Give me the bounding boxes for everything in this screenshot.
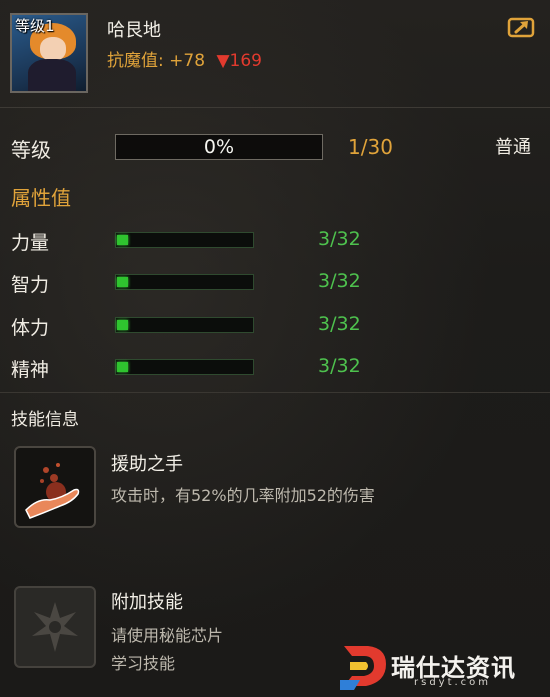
- attribute-value: 3/32: [318, 355, 361, 377]
- attribute-bar: [115, 274, 254, 290]
- share-icon: [507, 17, 535, 38]
- attribute-value: 3/32: [318, 228, 361, 250]
- skill-description: 攻击时，有52%的几率附加52的伤害: [111, 486, 375, 505]
- resist-label: 抗魔值:: [107, 51, 164, 71]
- hero-name: 哈艮地: [107, 20, 161, 41]
- level-label: 等级: [11, 138, 51, 162]
- empty-skill-emblem-icon: [32, 602, 78, 652]
- watermark-url: rsdyt.com: [414, 677, 492, 688]
- attribute-bar-fill: [117, 320, 128, 330]
- skill-description: 学习技能: [111, 654, 176, 673]
- section-divider: [0, 392, 550, 393]
- resist-penalty-value: 169: [229, 51, 262, 71]
- hero-level-tag: 等级1: [15, 17, 55, 35]
- watermark: 瑞仕达资讯 rsdyt.com: [338, 640, 548, 692]
- attribute-name: 力量: [11, 232, 50, 254]
- decrease-arrow-icon: ▼: [216, 51, 230, 71]
- share-button[interactable]: [507, 16, 537, 38]
- attribute-bar: [115, 232, 254, 248]
- resist-bonus-value: +78: [169, 51, 206, 71]
- level-count: 1/30: [348, 135, 393, 159]
- resist-line: 抗魔值: +78 ▼169: [107, 46, 262, 71]
- attribute-name: 精神: [11, 359, 50, 381]
- level-progress-bar: 0%: [115, 134, 323, 160]
- attribute-name: 体力: [11, 317, 50, 339]
- skill-name: 附加技能: [111, 592, 183, 613]
- locked-skill-icon[interactable]: [14, 586, 96, 668]
- watermark-logo-icon: [340, 646, 386, 690]
- attribute-row-spirit: 精神 3/32: [0, 355, 550, 381]
- helping-hand-glyph: [25, 463, 80, 519]
- portrait-body: [28, 59, 76, 91]
- level-progress-text: 0%: [203, 136, 235, 158]
- attribute-bar: [115, 359, 254, 375]
- attributes-title: 属性值: [11, 186, 71, 210]
- attribute-bar-fill: [117, 277, 128, 287]
- attribute-bar-fill: [117, 362, 128, 372]
- attribute-row-strength: 力量 3/32: [0, 228, 550, 254]
- portrait-face: [40, 37, 66, 61]
- helping-hand-icon[interactable]: [14, 446, 96, 528]
- attribute-name: 智力: [11, 274, 50, 296]
- skills-title: 技能信息: [11, 410, 79, 430]
- attribute-bar-fill: [117, 235, 128, 245]
- attribute-value: 3/32: [318, 270, 361, 292]
- attribute-row-stamina: 体力 3/32: [0, 313, 550, 339]
- rarity-label: 普通: [495, 137, 531, 158]
- attribute-row-intellect: 智力 3/32: [0, 270, 550, 296]
- hero-detail-panel: 等级1 哈艮地 抗魔值: +78 ▼169 等级 0% 1/30 普通 属性值 …: [0, 0, 550, 697]
- hero-portrait[interactable]: 等级1: [10, 13, 88, 93]
- skill-name: 援助之手: [111, 454, 183, 475]
- header-divider: [0, 107, 550, 108]
- skill-description: 请使用秘能芯片: [111, 626, 224, 645]
- attribute-value: 3/32: [318, 313, 361, 335]
- attribute-bar: [115, 317, 254, 333]
